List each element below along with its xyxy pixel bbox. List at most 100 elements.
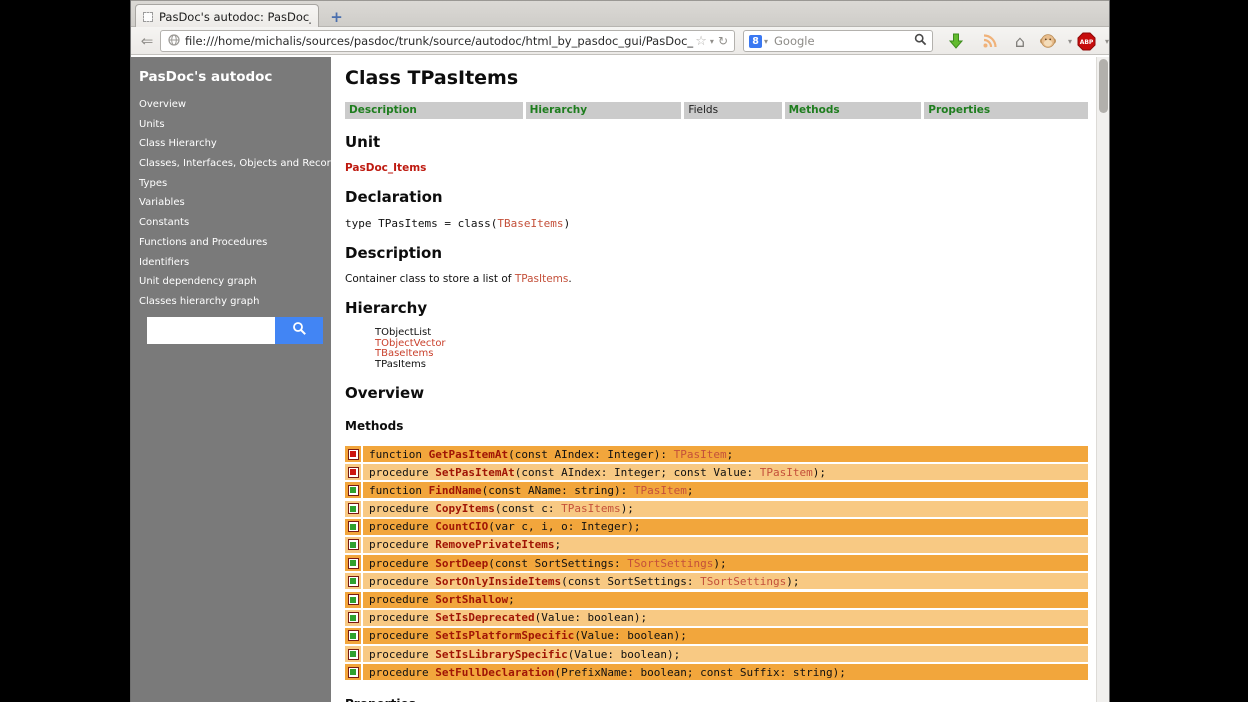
home-icon[interactable]: ⌂ [1009, 31, 1031, 51]
navigation-toolbar: ⇐ file:///home/michalis/sources/pasdoc/t… [131, 27, 1109, 55]
sidebar-search [147, 317, 323, 344]
type-link[interactable]: TSortSettings [700, 575, 786, 588]
methods-heading: Methods [345, 419, 1088, 433]
protected-member-icon [348, 449, 359, 460]
code-text: Container class to store a list of [345, 273, 515, 285]
sidebar-item[interactable]: Class Hierarchy [139, 139, 323, 149]
section-nav-description[interactable]: Description [345, 102, 523, 119]
code-text: procedure [369, 629, 435, 642]
reload-icon[interactable]: ↻ [718, 34, 728, 48]
sidebar-item[interactable]: Unit dependency graph [139, 277, 323, 287]
code-text: procedure [369, 502, 435, 515]
code-text: procedure [369, 575, 435, 588]
sidebar-search-input[interactable] [147, 317, 275, 344]
identifier-link[interactable]: RemovePrivateItems [435, 538, 554, 551]
code-text: procedure [369, 466, 435, 479]
type-link[interactable]: TPasItems [515, 273, 569, 285]
tab-title: PasDoc's autodoc: PasDoc_I... [159, 10, 311, 24]
browser-tab[interactable]: PasDoc's autodoc: PasDoc_I... [135, 4, 319, 28]
declaration-heading: Declaration [345, 188, 1088, 206]
sidebar-item[interactable]: Types [139, 179, 323, 189]
type-link[interactable]: TSortSettings [627, 557, 713, 570]
public-member-icon [348, 503, 359, 514]
visibility-cell [345, 555, 361, 571]
chevron-down-icon[interactable]: ▾ [710, 37, 714, 46]
hierarchy-item[interactable]: TBaseItems [375, 349, 1088, 360]
unit-link[interactable]: PasDoc_Items [345, 162, 1088, 174]
code-text: function [369, 484, 429, 497]
member-declaration: procedure RemovePrivateItems; [363, 537, 1088, 553]
member-declaration: procedure SortShallow; [363, 592, 1088, 608]
section-nav-methods[interactable]: Methods [785, 102, 922, 119]
identifier-link[interactable]: SetFullDeclaration [435, 666, 554, 679]
chevron-down-icon[interactable]: ▾ [764, 37, 768, 46]
member-declaration: procedure SetIsLibrarySpecific(Value: bo… [363, 646, 1088, 662]
identifier-link[interactable]: CountCIO [435, 520, 488, 533]
member-row: procedure SortOnlyInsideItems(const Sort… [345, 573, 1088, 589]
member-row: procedure SetIsPlatformSpecific(Value: b… [345, 628, 1088, 644]
sidebar-item[interactable]: Classes, Interfaces, Objects and Records [139, 159, 323, 169]
identifier-link[interactable]: SetPasItemAt [435, 466, 514, 479]
code-text: (var c, i, o: Integer); [488, 520, 640, 533]
overview-heading: Overview [345, 384, 1088, 402]
adblock-plus-icon[interactable]: ABP [1075, 31, 1097, 51]
member-declaration: function FindName(const AName: string): … [363, 482, 1088, 498]
code-text: (const AName: string): [482, 484, 634, 497]
type-link[interactable]: TPasItems [561, 502, 621, 515]
sidebar-search-button[interactable] [275, 317, 323, 344]
identifier-link[interactable]: SetIsPlatformSpecific [435, 629, 574, 642]
methods-table: function GetPasItemAt (const AIndex: Inte… [345, 446, 1088, 680]
identifier-link[interactable]: CopyItems [435, 502, 495, 515]
new-tab-button[interactable]: + [324, 6, 349, 27]
identifier-link[interactable]: SortOnlyInsideItems [435, 575, 561, 588]
sidebar-item[interactable]: Units [139, 120, 323, 130]
sidebar-title: PasDoc's autodoc [139, 69, 323, 85]
member-row: procedure CountCIO(var c, i, o: Integer)… [345, 519, 1088, 535]
type-link[interactable]: TPasItem [760, 466, 813, 479]
visibility-cell [345, 482, 361, 498]
visibility-cell [345, 610, 361, 626]
type-link[interactable]: TBaseItems [497, 217, 563, 230]
search-icon[interactable] [914, 33, 927, 49]
type-link[interactable]: TPasItem [634, 484, 687, 497]
identifier-link[interactable]: SortShallow [435, 593, 508, 606]
type-link[interactable]: TPasItem [674, 448, 727, 461]
monkey-addon-icon[interactable] [1037, 31, 1059, 51]
back-button[interactable]: ⇐ [136, 30, 158, 52]
vertical-scrollbar[interactable] [1096, 57, 1109, 702]
search-engine-icon[interactable]: 8 [749, 35, 762, 48]
code-text: (const AIndex: Integer; const Value: [515, 466, 760, 479]
bookmark-star-icon[interactable]: ☆ [695, 34, 707, 49]
chevron-down-icon[interactable]: ▾ [1096, 31, 1118, 51]
search-bar[interactable]: 8 ▾ Google [743, 30, 933, 52]
visibility-cell [345, 446, 361, 462]
sidebar-item[interactable]: Variables [139, 198, 323, 208]
hierarchy-item: TObjectList [375, 328, 1088, 339]
member-row: procedure SetIsDeprecated(Value: boolean… [345, 610, 1088, 626]
visibility-cell [345, 464, 361, 480]
code-text: procedure [369, 520, 435, 533]
url-bar[interactable]: file:///home/michalis/sources/pasdoc/tru… [160, 30, 735, 52]
code-text: ) [564, 217, 571, 230]
scrollbar-thumb[interactable] [1099, 59, 1108, 113]
identifier-link[interactable]: FindName [429, 484, 482, 497]
identifier-link[interactable]: SetIsDeprecated [435, 611, 534, 624]
sidebar-item[interactable]: Classes hierarchy graph [139, 297, 323, 307]
public-member-icon [348, 649, 359, 660]
member-row: procedure SortShallow; [345, 592, 1088, 608]
public-member-icon [348, 485, 359, 496]
hierarchy-item[interactable]: TObjectVector [375, 339, 1088, 350]
public-member-icon [348, 558, 359, 569]
identifier-link[interactable]: GetPasItemAt [429, 448, 508, 461]
section-nav-properties[interactable]: Properties [924, 102, 1088, 119]
sidebar-item[interactable]: Constants [139, 218, 323, 228]
sidebar-item[interactable]: Identifiers [139, 258, 323, 268]
download-icon[interactable] [945, 31, 967, 51]
rss-feed-icon[interactable] [979, 31, 1001, 51]
sidebar-item[interactable]: Functions and Procedures [139, 238, 323, 248]
sidebar-item[interactable]: Overview [139, 100, 323, 110]
section-nav-hierarchy[interactable]: Hierarchy [526, 102, 682, 119]
identifier-link[interactable]: SortDeep [435, 557, 488, 570]
identifier-link[interactable]: SetIsLibrarySpecific [435, 648, 567, 661]
page-title: Class TPasItems [345, 67, 1088, 89]
